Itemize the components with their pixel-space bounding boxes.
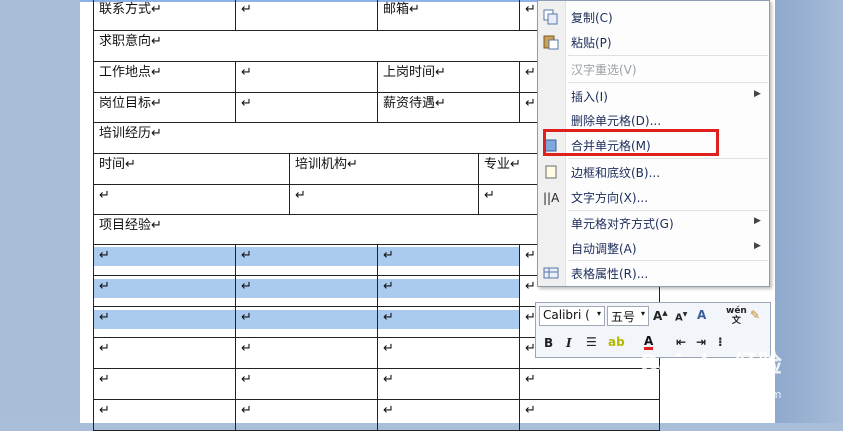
menu-item-autofit[interactable]: 自动调整(A) ▶ [538,237,769,259]
center-align-icon[interactable]: ☰ [586,335,597,349]
start-time-label: 上岗时间 [383,65,436,80]
copy-icon [543,9,558,25]
table-cell[interactable]: 邮箱↵ [377,0,520,31]
table-cell[interactable]: ↵ [235,0,378,31]
bold-button[interactable]: B [544,336,553,350]
salary-label: 薪资待遇 [383,96,436,111]
table-cell[interactable]: ↵ [519,368,660,400]
table-cell[interactable]: 培训机构↵ [289,153,479,185]
submenu-arrow-icon: ▶ [754,216,761,226]
shrink-font-icon[interactable]: A▼ [675,311,687,323]
workspace-right [775,0,843,423]
menu-item-text-direction[interactable]: ||A 文字方向(X)... [538,186,769,208]
table-cell[interactable]: 上岗时间↵ [377,61,520,93]
table-cell[interactable]: 联系方式↵ [93,0,236,31]
table-cell[interactable]: ↵ [235,399,378,431]
chevron-down-icon: ▾ [596,309,601,318]
phonetic-guide-icon[interactable]: wén 文 [726,306,747,326]
table-cell[interactable]: ↵ [93,306,236,338]
submenu-arrow-icon: ▶ [754,241,761,251]
table-cell[interactable]: 岗位目标↵ [93,92,236,123]
workspace-left [0,0,80,423]
table-cell[interactable]: ↵ [235,337,378,369]
menu-item-delete-cells[interactable]: 删除单元格(D)... [538,109,769,131]
table-cell[interactable]: 时间↵ [93,153,290,185]
font-size-box[interactable]: 五号 ▾ [607,306,649,326]
major-label: 专业 [484,157,511,172]
table-cell[interactable]: ↵ [235,368,378,400]
menu-item-table-properties[interactable]: 表格属性(R)... [538,262,769,284]
table-cell[interactable]: ↵ [377,399,520,431]
location-label: 工作地点 [99,65,152,80]
table-properties-icon [543,267,559,279]
grow-font-icon[interactable]: A▲ [653,309,668,323]
project-label: 项目经验 [99,218,152,233]
institution-label: 培训机构 [295,157,348,172]
menu-item-copy[interactable]: 复制(C) [538,6,769,28]
svg-text:||A: ||A [543,191,559,205]
table-cell[interactable]: ↵ [377,337,520,369]
chevron-down-icon: ▾ [640,309,645,318]
borders-icon [545,165,557,179]
submenu-arrow-icon: ▶ [754,89,761,99]
table-cell[interactable]: ↵ [235,244,378,276]
menu-item-borders[interactable]: 边框和底纹(B)... [538,161,769,183]
table-cell[interactable]: ↵ [235,61,378,93]
target-label: 岗位目标 [99,96,152,111]
table-cell[interactable]: ↵ [93,399,236,431]
font-name-box[interactable]: Calibri ( ▾ [539,306,605,326]
merge-cells-highlight [543,129,719,156]
format-painter-icon[interactable]: ✎ [750,308,760,322]
text-direction-icon: ||A [543,191,559,205]
table-cell[interactable]: ↵ [519,399,660,431]
table-cell[interactable]: ↵ [93,337,236,369]
table-cell[interactable]: ↵ [93,244,236,276]
table-cell[interactable]: ↵ [377,306,520,338]
table-cell[interactable]: 工作地点↵ [93,61,236,93]
menu-item-paste[interactable]: 粘贴(P) [538,31,769,53]
table-cell[interactable]: ↵ [289,184,479,215]
styles-icon[interactable]: A [697,308,706,322]
email-label: 邮箱 [383,2,410,17]
intention-label: 求职意向 [99,34,152,49]
table-cell[interactable]: ↵ [377,275,520,307]
table-cell[interactable]: 薪资待遇↵ [377,92,520,123]
table-cell[interactable]: ↵ [235,92,378,123]
baidu-watermark: Bai du 经验 [640,350,782,378]
menu-item-insert[interactable]: 插入(I) ▶ [538,85,769,107]
watermark-url: jingyan.baidu.com [680,388,782,401]
menu-item-reconvert: 汉字重选(V) [571,63,637,77]
table-cell[interactable]: ↵ [93,184,290,215]
menu-item-cell-alignment[interactable]: 单元格对齐方式(G) ▶ [538,212,769,234]
italic-button[interactable]: I [566,336,572,350]
table-cell[interactable]: ↵ [93,368,236,400]
contact-label: 联系方式 [99,2,152,17]
table-cell[interactable]: ↵ [93,275,236,307]
paste-icon [543,35,559,50]
highlight-icon[interactable]: ab [608,335,625,349]
table-cell[interactable]: ↵ [235,306,378,338]
table-cell[interactable]: ↵ [235,275,378,307]
training-label: 培训经历 [99,126,152,141]
table-cell[interactable]: ↵ [377,244,520,276]
table-cell[interactable]: ↵ [377,368,520,400]
time-label: 时间 [99,157,126,172]
